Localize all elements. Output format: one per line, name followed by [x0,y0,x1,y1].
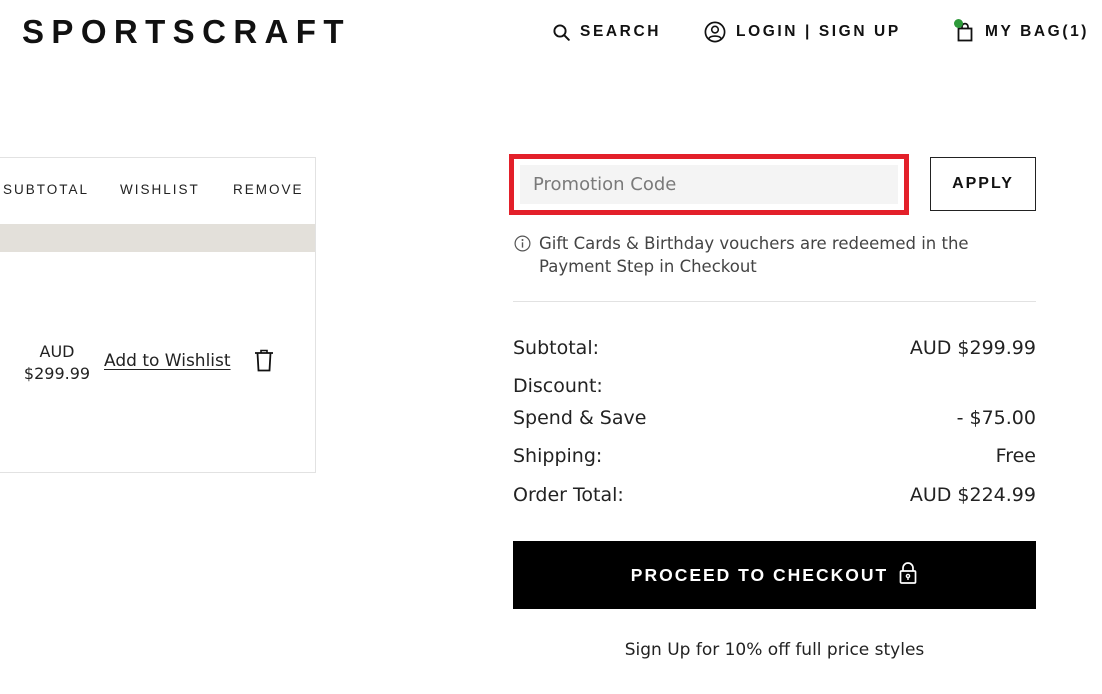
item-subtotal: AUD $299.99 [22,341,92,385]
voucher-note-text: Gift Cards & Birthday vouchers are redee… [539,234,969,276]
column-header-wishlist: WISHLIST [120,182,200,197]
voucher-info-note: Gift Cards & Birthday vouchers are redee… [514,232,1036,278]
shipping-value: Free [995,445,1036,467]
discount-label: Discount: [513,375,603,397]
promotion-code-input[interactable] [520,165,898,204]
order-total-value: AUD $224.99 [909,484,1036,506]
spend-save-value: - $75.00 [956,407,1036,429]
search-link[interactable]: SEARCH [553,20,661,44]
search-icon [553,23,570,41]
my-bag-link[interactable]: MY BAG(1) [954,19,1090,44]
column-header-remove: REMOVE [233,182,304,197]
login-signup-label: LOGIN | SIGN UP [736,23,901,40]
proceed-to-checkout-button[interactable]: PROCEED TO CHECKOUT [513,541,1036,609]
user-circle-icon [704,21,726,43]
column-header-subtotal: SUBTOTAL [3,182,90,197]
site-header: SPORTSCRAFT SEARCH LOGIN | SIGN UP MY BA… [0,0,1102,64]
summary-row-shipping: Shipping: Free [513,443,1036,469]
summary-divider [513,301,1036,302]
summary-row-discount: Discount: [513,373,1036,399]
signup-offer-link[interactable]: Sign Up for 10% off full price styles [513,640,1036,660]
remove-item-button[interactable] [253,348,275,374]
promo-code-highlight [509,154,909,215]
login-signup-link[interactable]: LOGIN | SIGN UP [704,20,901,44]
shipping-label: Shipping: [513,445,603,467]
summary-row-subtotal: Subtotal: AUD $299.99 [513,335,1036,361]
site-logo[interactable]: SPORTSCRAFT [22,12,351,52]
lock-icon [888,561,918,590]
apply-promo-button[interactable]: APPLY [930,157,1036,211]
cart-table-band [0,224,315,252]
subtotal-value: AUD $299.99 [909,337,1036,359]
item-price: $299.99 [23,364,91,383]
my-bag-label: MY BAG(1) [985,23,1090,40]
search-label: SEARCH [580,23,662,40]
summary-row-spend-save: Spend & Save - $75.00 [513,405,1036,431]
add-to-wishlist-link[interactable]: Add to Wishlist [104,351,231,371]
bag-notification-dot [954,19,963,28]
shopping-bag-icon [954,19,975,42]
checkout-label: PROCEED TO CHECKOUT [630,564,889,585]
info-icon [514,235,531,252]
subtotal-label: Subtotal: [513,337,600,359]
trash-icon [253,349,275,378]
summary-row-order-total: Order Total: AUD $224.99 [513,482,1036,508]
item-currency: AUD [39,342,75,361]
cart-table: SUBTOTAL WISHLIST REMOVE AUD $299.99 Add… [0,157,316,473]
spend-save-label: Spend & Save [513,407,647,429]
order-total-label: Order Total: [513,484,624,506]
